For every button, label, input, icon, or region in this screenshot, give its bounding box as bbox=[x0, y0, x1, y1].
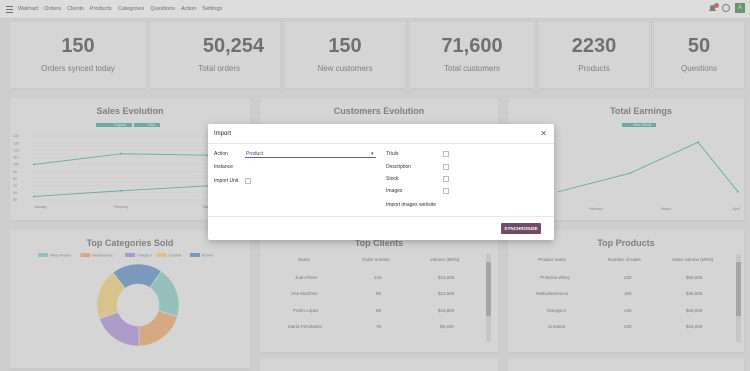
images-checkbox[interactable] bbox=[443, 188, 449, 194]
dialog-title: Import bbox=[214, 131, 232, 137]
titulo-checkbox[interactable] bbox=[443, 151, 449, 157]
description-checkbox[interactable] bbox=[443, 164, 449, 170]
stock-label: Stock bbox=[386, 176, 399, 182]
dialog-footer-divider bbox=[208, 216, 554, 217]
close-icon[interactable]: ✕ bbox=[540, 129, 547, 138]
stock-checkbox[interactable] bbox=[443, 176, 449, 182]
instance-label: Instance bbox=[214, 164, 233, 170]
dialog-header-divider bbox=[208, 143, 554, 144]
action-select-underline bbox=[245, 157, 376, 158]
chevron-down-icon[interactable]: ▾ bbox=[371, 151, 374, 157]
images-label: Images bbox=[386, 188, 403, 194]
import-unit-checkbox[interactable] bbox=[245, 178, 251, 184]
titulo-label: Título bbox=[386, 151, 399, 157]
action-label: Action bbox=[214, 151, 228, 157]
import-unit-label: Import Unit bbox=[214, 178, 239, 184]
import-images-website-label: Import images website bbox=[386, 202, 437, 208]
synchronize-button[interactable]: SYNCHRONIZE bbox=[501, 223, 541, 234]
description-label: Description bbox=[386, 164, 412, 170]
